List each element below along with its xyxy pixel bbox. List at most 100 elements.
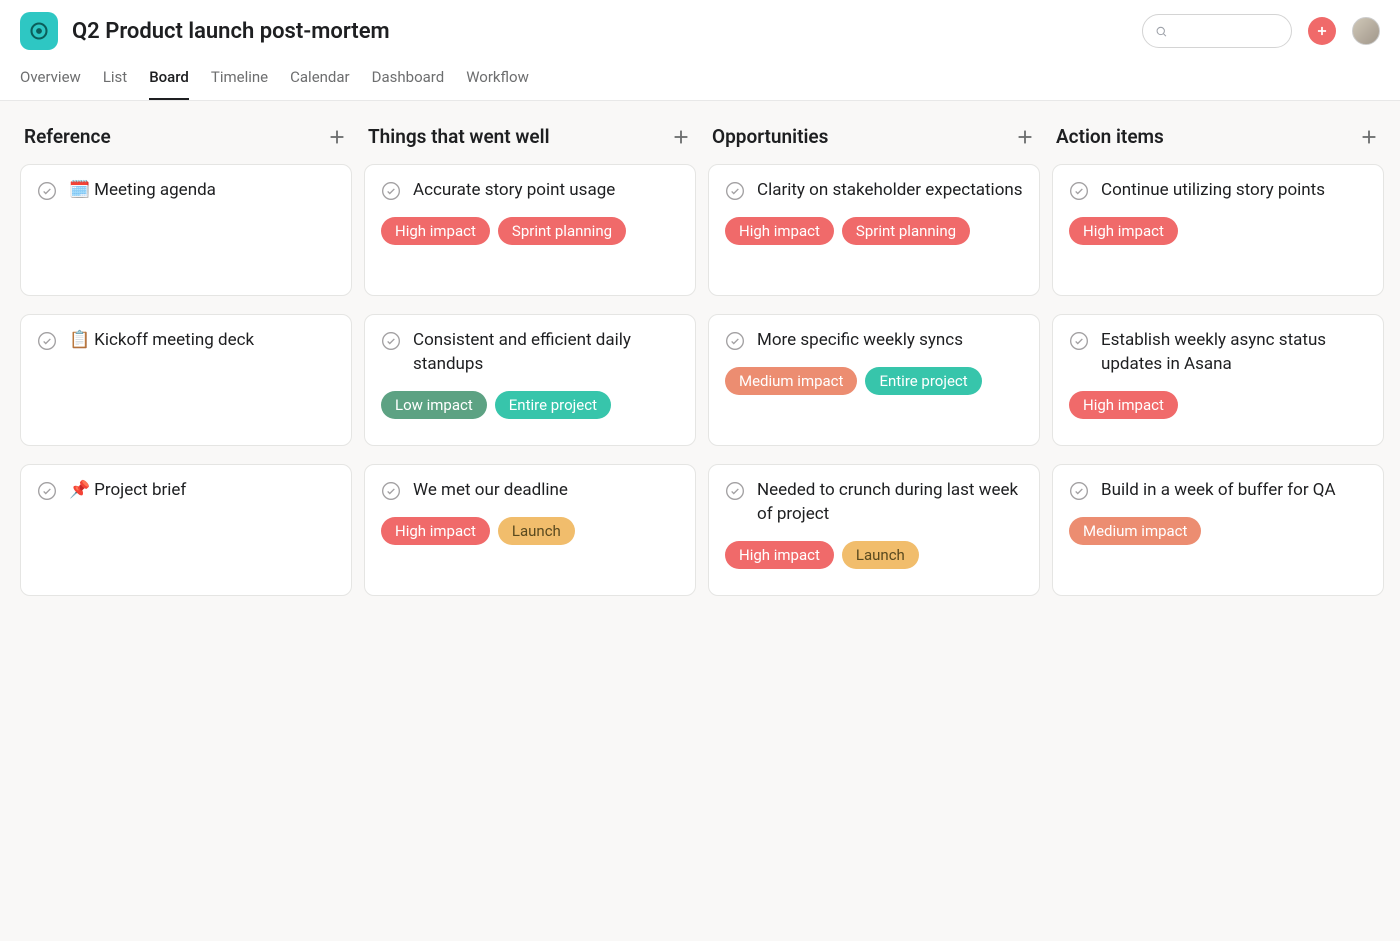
tab-dashboard[interactable]: Dashboard bbox=[372, 68, 445, 100]
tag[interactable]: Launch bbox=[842, 541, 919, 569]
global-add-button[interactable] bbox=[1308, 17, 1336, 45]
tab-overview[interactable]: Overview bbox=[20, 68, 81, 100]
cards-list: Continue utilizing story points High impa… bbox=[1052, 164, 1384, 596]
tab-calendar[interactable]: Calendar bbox=[290, 68, 350, 100]
plus-icon bbox=[1014, 126, 1036, 148]
card-tags: High impact Sprint planning bbox=[725, 217, 1023, 245]
card[interactable]: Clarity on stakeholder expectationsHigh … bbox=[708, 164, 1040, 296]
card[interactable]: Build in a week of buffer for QA Medium i… bbox=[1052, 464, 1384, 596]
card[interactable]: 📋Kickoff meeting deck bbox=[20, 314, 352, 446]
card-tags: High impact bbox=[1069, 217, 1367, 245]
complete-toggle-icon[interactable] bbox=[381, 331, 401, 351]
plus-icon bbox=[1315, 24, 1329, 38]
tag[interactable]: High impact bbox=[1069, 391, 1178, 419]
card-tags: Medium impact Entire project bbox=[725, 367, 1023, 395]
add-card-button[interactable] bbox=[670, 126, 692, 148]
card-emoji: 📋 bbox=[69, 330, 90, 350]
tabs-nav: Overview List Board Timeline Calendar Dashboa… bbox=[20, 68, 1380, 100]
column: Things that went well Accurate story poin… bbox=[364, 121, 696, 921]
card[interactable]: More specific weekly syncs Medium impact E… bbox=[708, 314, 1040, 446]
tag[interactable]: Entire project bbox=[495, 391, 611, 419]
plus-icon bbox=[670, 126, 692, 148]
column-title: Action items bbox=[1056, 125, 1164, 148]
tag[interactable]: Low impact bbox=[381, 391, 487, 419]
target-icon bbox=[29, 21, 49, 41]
tag[interactable]: Launch bbox=[498, 517, 575, 545]
complete-toggle-icon[interactable] bbox=[725, 481, 745, 501]
tag[interactable]: High impact bbox=[381, 217, 490, 245]
card-title: We met our deadline bbox=[413, 479, 568, 503]
cards-list: Clarity on stakeholder expectationsHigh … bbox=[708, 164, 1040, 596]
card-tags: High impact bbox=[1069, 391, 1367, 419]
card-title: 📋Kickoff meeting deck bbox=[69, 329, 254, 353]
board: Reference 🗓️Meeting agenda 📋Kickoff meetin… bbox=[0, 101, 1400, 941]
tag[interactable]: Sprint planning bbox=[498, 217, 626, 245]
card-title: Accurate story point usage bbox=[413, 179, 615, 203]
card[interactable]: Consistent and efficient daily standups L… bbox=[364, 314, 696, 446]
search-icon bbox=[1155, 24, 1168, 39]
search-input[interactable] bbox=[1176, 23, 1279, 39]
add-card-button[interactable] bbox=[326, 126, 348, 148]
column-header: Action items bbox=[1052, 121, 1384, 164]
plus-icon bbox=[326, 126, 348, 148]
complete-toggle-icon[interactable] bbox=[1069, 481, 1089, 501]
complete-toggle-icon[interactable] bbox=[725, 331, 745, 351]
tag[interactable]: Medium impact bbox=[725, 367, 857, 395]
card-tags: Low impact Entire project bbox=[381, 391, 679, 419]
card[interactable]: We met our deadline High impact Launch bbox=[364, 464, 696, 596]
card-tags: Medium impact bbox=[1069, 517, 1367, 545]
tab-timeline[interactable]: Timeline bbox=[211, 68, 268, 100]
card[interactable]: Needed to crunch during last week of pro… bbox=[708, 464, 1040, 596]
add-card-button[interactable] bbox=[1014, 126, 1036, 148]
column-title: Opportunities bbox=[712, 125, 828, 148]
column-header: Reference bbox=[20, 121, 352, 164]
complete-toggle-icon[interactable] bbox=[1069, 331, 1089, 351]
complete-toggle-icon[interactable] bbox=[381, 181, 401, 201]
complete-toggle-icon[interactable] bbox=[1069, 181, 1089, 201]
card-tags: High impact Launch bbox=[725, 541, 1023, 569]
project-title: Q2 Product launch post-mortem bbox=[72, 19, 390, 44]
tag[interactable]: High impact bbox=[381, 517, 490, 545]
complete-toggle-icon[interactable] bbox=[37, 331, 57, 351]
card-title: More specific weekly syncs bbox=[757, 329, 963, 353]
column-title: Reference bbox=[24, 125, 111, 148]
plus-icon bbox=[1358, 126, 1380, 148]
card-title: 🗓️Meeting agenda bbox=[69, 179, 216, 203]
column: Opportunities Clarity on stakeholder expe… bbox=[708, 121, 1040, 921]
card[interactable]: 🗓️Meeting agenda bbox=[20, 164, 352, 296]
card-title: Establish weekly async status updates in… bbox=[1101, 329, 1367, 377]
project-icon bbox=[20, 12, 58, 50]
card-title: Continue utilizing story points bbox=[1101, 179, 1325, 203]
tab-board[interactable]: Board bbox=[149, 68, 189, 100]
card[interactable]: Accurate story point usage High impact Spr… bbox=[364, 164, 696, 296]
complete-toggle-icon[interactable] bbox=[381, 481, 401, 501]
header: Q2 Product launch post-mortem Overview Li… bbox=[0, 0, 1400, 101]
tab-list[interactable]: List bbox=[103, 68, 127, 100]
column: Reference 🗓️Meeting agenda 📋Kickoff meetin… bbox=[20, 121, 352, 921]
card-title: Consistent and efficient daily standups bbox=[413, 329, 679, 377]
card-tags: High impact Sprint planning bbox=[381, 217, 679, 245]
tab-workflow[interactable]: Workflow bbox=[466, 68, 529, 100]
complete-toggle-icon[interactable] bbox=[37, 481, 57, 501]
complete-toggle-icon[interactable] bbox=[725, 181, 745, 201]
tag[interactable]: High impact bbox=[1069, 217, 1178, 245]
card-emoji: 🗓️ bbox=[69, 180, 90, 200]
tag[interactable]: High impact bbox=[725, 217, 834, 245]
card[interactable]: Continue utilizing story points High impa… bbox=[1052, 164, 1384, 296]
card[interactable]: Establish weekly async status updates in… bbox=[1052, 314, 1384, 446]
card-title: Build in a week of buffer for QA bbox=[1101, 479, 1336, 503]
card-title: 📌Project brief bbox=[69, 479, 186, 503]
user-avatar[interactable] bbox=[1352, 17, 1380, 45]
column-title: Things that went well bbox=[368, 125, 550, 148]
add-card-button[interactable] bbox=[1358, 126, 1380, 148]
card-emoji: 📌 bbox=[69, 480, 90, 500]
column-header: Opportunities bbox=[708, 121, 1040, 164]
cards-list: Accurate story point usage High impact Spr… bbox=[364, 164, 696, 596]
tag[interactable]: Medium impact bbox=[1069, 517, 1201, 545]
search-box[interactable] bbox=[1142, 14, 1292, 48]
tag[interactable]: Sprint planning bbox=[842, 217, 970, 245]
tag[interactable]: High impact bbox=[725, 541, 834, 569]
card[interactable]: 📌Project brief bbox=[20, 464, 352, 596]
complete-toggle-icon[interactable] bbox=[37, 181, 57, 201]
tag[interactable]: Entire project bbox=[865, 367, 981, 395]
